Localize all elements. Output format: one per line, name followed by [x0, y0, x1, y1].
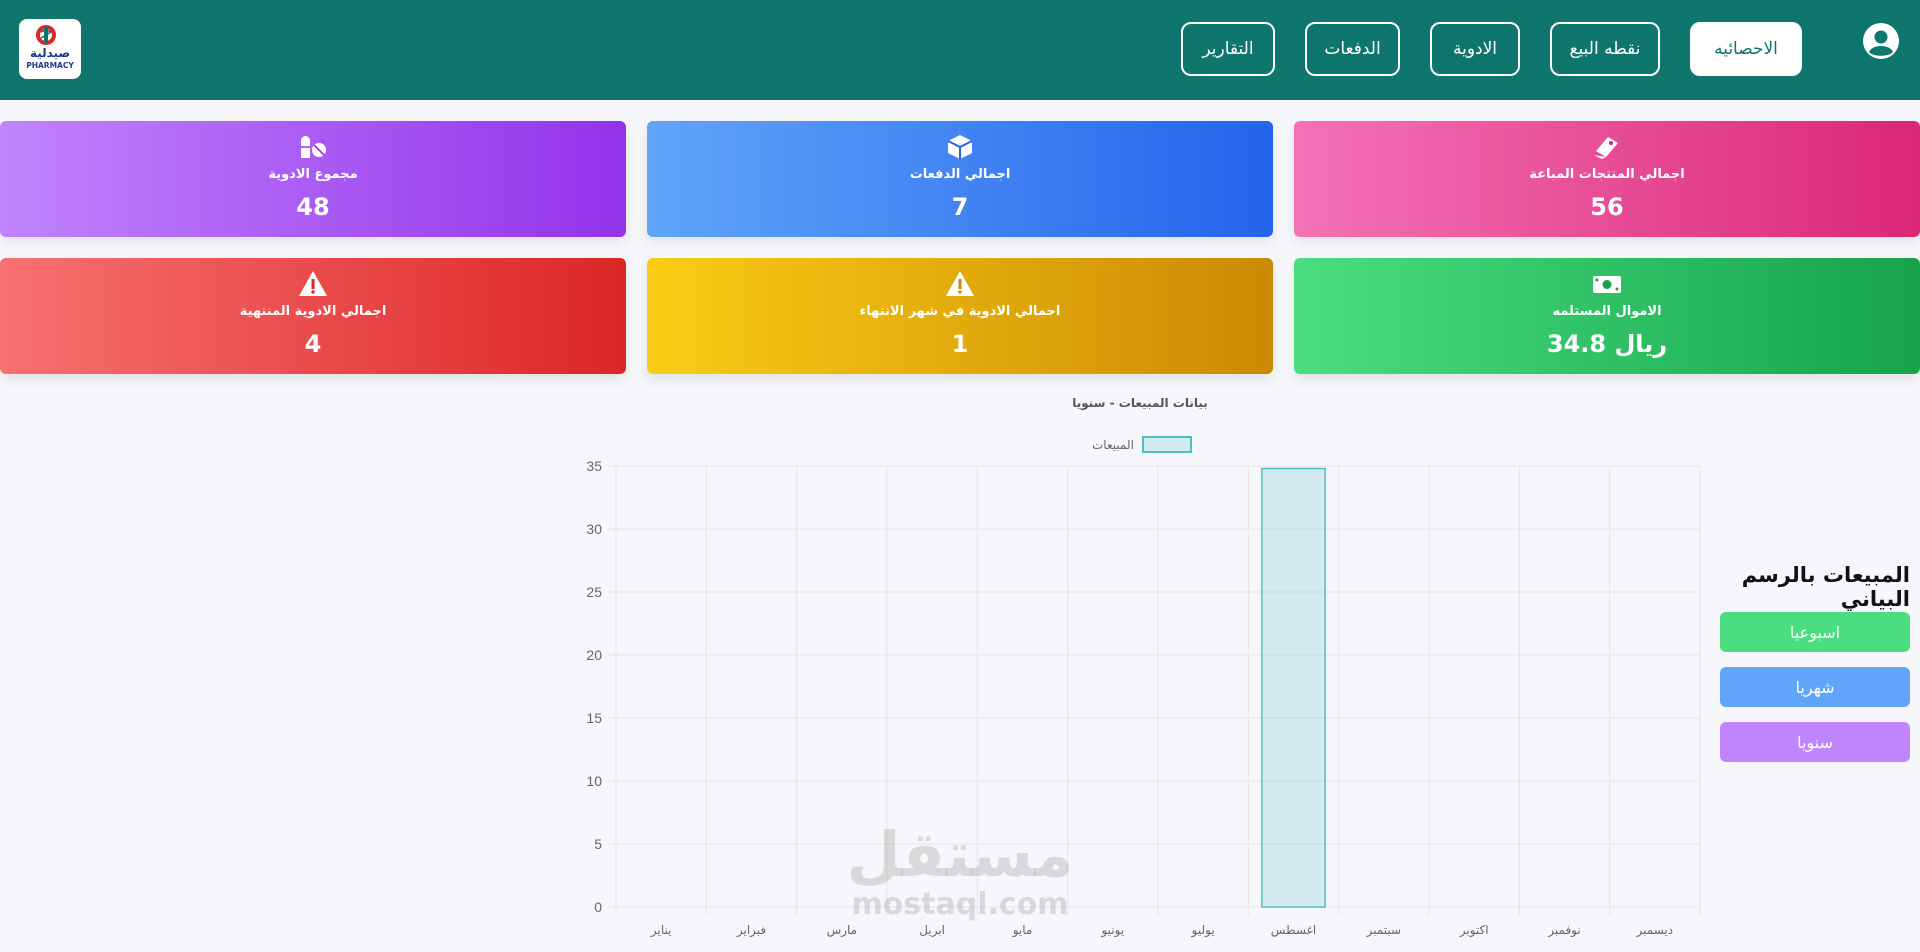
- top-navbar: الاحصائيه نقطه البيع الادوية الدفعات الت…: [0, 0, 1920, 100]
- nav-reports[interactable]: التقارير: [1181, 22, 1275, 76]
- card-value: 56: [1590, 193, 1624, 221]
- card-label: الاموال المستلمه: [1552, 304, 1662, 319]
- x-tick-label: يوليو: [1191, 923, 1215, 938]
- card-expired-medicines: اجمالي الادوية المنتهية 4: [0, 258, 626, 374]
- card-label: اجمالي المنتجات المباعة: [1529, 167, 1685, 182]
- nav-medicines[interactable]: الادوية: [1430, 22, 1520, 76]
- card-value: 34.8 ريال: [1546, 330, 1668, 358]
- card-value: 4: [304, 330, 322, 358]
- monthly-button[interactable]: شهريا: [1720, 667, 1910, 707]
- logo-english-text: PHARMACY: [26, 61, 74, 70]
- card-value: 1: [951, 330, 969, 358]
- x-tick-label: مارس: [827, 923, 858, 938]
- y-tick-label: 20: [586, 647, 602, 663]
- card-batches: اجمالي الدفعات 7: [647, 121, 1273, 237]
- weekly-button[interactable]: اسبوعيا: [1720, 612, 1910, 652]
- x-tick-label: مايو: [1012, 923, 1033, 938]
- pills-icon: [301, 136, 326, 158]
- yearly-button[interactable]: سنويا: [1720, 722, 1910, 762]
- panel-title: المبيعات بالرسم البياني: [1741, 563, 1910, 611]
- card-value: 7: [951, 193, 969, 221]
- y-tick-label: 25: [586, 584, 602, 600]
- x-tick-label: يناير: [650, 923, 672, 938]
- nav-statistics[interactable]: الاحصائيه: [1690, 22, 1802, 76]
- bar: [1261, 467, 1326, 908]
- pharmacy-logo-icon: صيدلية PHARMACY: [26, 25, 74, 70]
- pharmacy-logo[interactable]: صيدلية PHARMACY: [19, 19, 81, 79]
- x-tick-label: ابريل: [919, 923, 945, 938]
- x-tick-label: يونيو: [1100, 923, 1124, 938]
- sales-bar-chart: 0 5 10 15 20 25 30 35 يناير فبراير مارس ابريل مايو يو…: [586, 458, 1701, 938]
- card-expiring-this-month: اجمالي الادوية في شهر الانتهاء 1: [647, 258, 1273, 374]
- warning-icon: [946, 271, 974, 296]
- card-label: اجمالي الادوية في شهر الانتهاء: [859, 304, 1061, 319]
- logo-arabic-text: صيدلية: [30, 46, 70, 60]
- card-label: مجموع الادوية: [268, 167, 358, 182]
- x-tick-label: اغسطس: [1271, 923, 1316, 938]
- card-label: اجمالي الادوية المنتهية: [239, 304, 387, 319]
- x-tick-label: فبراير: [736, 923, 766, 938]
- x-tick-label: نوفمبر: [1547, 923, 1580, 938]
- y-tick-label: 30: [586, 521, 602, 537]
- y-tick-label: 10: [586, 773, 602, 789]
- x-tick-label: ديسمبر: [1636, 923, 1674, 938]
- nav-batches[interactable]: الدفعات: [1305, 22, 1400, 76]
- box-icon: [947, 135, 973, 159]
- y-tick-label: 15: [586, 710, 602, 726]
- card-products-sold: اجمالي المنتجات المباعة 56: [1294, 121, 1920, 237]
- tag-icon: [1594, 137, 1618, 159]
- card-value: 48: [296, 193, 330, 221]
- user-avatar-icon[interactable]: [1862, 22, 1900, 60]
- x-tick-label: اكتوبر: [1459, 923, 1489, 938]
- y-tick-label: 35: [586, 458, 602, 474]
- card-money-received: الاموال المستلمه 34.8 ريال: [1294, 258, 1920, 374]
- warning-icon: [299, 271, 327, 296]
- card-label: اجمالي الدفعات: [909, 167, 1011, 182]
- y-tick-label: 0: [594, 899, 602, 915]
- card-total-medicines: مجموع الادوية 48: [0, 121, 626, 237]
- money-icon: [1593, 276, 1621, 293]
- nav-point-of-sale[interactable]: نقطه البيع: [1550, 22, 1660, 76]
- x-tick-label: سبتمبر: [1366, 923, 1401, 938]
- y-tick-label: 5: [594, 836, 602, 852]
